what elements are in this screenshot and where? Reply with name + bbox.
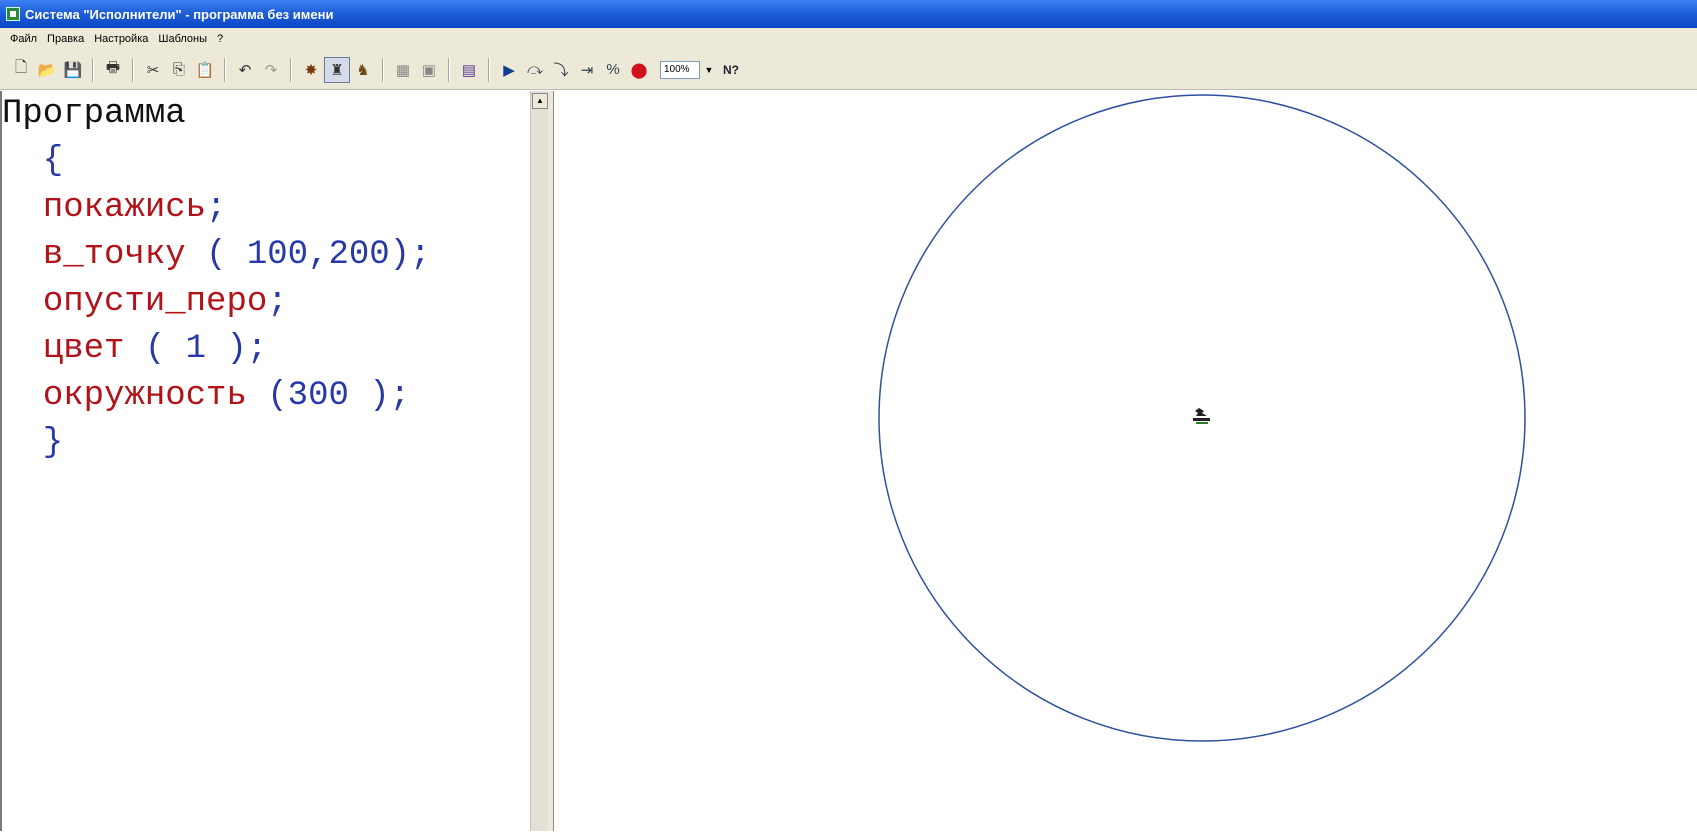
code-text: Программа [2,95,186,133]
stop-icon[interactable]: ⬤ [626,57,652,83]
turtle-icon[interactable]: ♜ [324,56,350,83]
toolbar-separator [290,57,292,82]
scroll-up-icon[interactable]: ▲ [532,93,548,109]
save-icon[interactable]: 💾 [60,57,86,83]
toolbar-separator [224,57,226,82]
code-line: Программа [2,91,530,138]
undo-icon[interactable]: ↶ [232,57,258,83]
executor-icon[interactable]: ♞ [350,57,376,83]
code-keyword: окружность [42,377,247,415]
editor-scrollbar[interactable]: ▲ [530,91,548,831]
toolbar-separator [132,57,134,82]
menu-edit[interactable]: Правка [47,33,84,45]
code-keyword: в_точку [42,236,186,274]
print-icon[interactable]: 🖶 [100,57,126,83]
toolbar: 🗋 📂 💾 🖶 ✂ ⎘ 📋 ↶ ↷ ✸ ♜ ♞ ▦ ▣ ▤ ▶ ⤼ ⤵ ⇥ % … [0,50,1697,90]
code-text: ( 1 ); [124,330,268,368]
code-text: ; [206,189,227,227]
code-text: } [2,424,64,462]
chevron-down-icon[interactable]: ▼ [700,65,718,75]
menu-bar: Файл Правка Настройка Шаблоны ? [0,28,1697,50]
menu-help[interactable]: ? [217,33,223,45]
code-line: { [2,138,530,185]
paste-icon[interactable]: 📋 [192,57,218,83]
run-icon[interactable]: ▶ [496,57,522,83]
toolbar-separator [448,57,450,82]
zoom-value[interactable]: 100% [660,60,700,79]
bug-icon[interactable]: ✸ [298,57,324,83]
step-into-icon[interactable]: ⤵ [548,57,574,83]
code-editor[interactable]: Программа { покажись; в_точку ( 100,200)… [0,91,530,831]
code-line: цвет ( 1 ); [2,326,530,373]
turtle-icon [1193,408,1210,424]
code-text: (300 ); [246,377,411,415]
canvas-drawing [878,94,1526,742]
toolbar-separator [92,57,94,82]
toolbar-separator [488,57,490,82]
window-title: Система "Исполнители" - программа без им… [25,6,334,22]
code-line: окружность (300 ); [2,373,530,420]
zoom-combo[interactable]: 100% ▼ [660,60,718,79]
open-icon[interactable]: 📂 [34,57,60,83]
step-icon[interactable]: ▤ [456,57,482,83]
code-line: в_точку ( 100,200); [2,232,530,279]
title-bar: Система "Исполнители" - программа без им… [0,0,1697,28]
menu-settings[interactable]: Настройка [94,33,148,45]
code-keyword: покажись [42,189,207,227]
redo-icon[interactable]: ↷ [258,57,284,83]
code-text: ; [267,283,288,321]
code-keyword: опусти_перо [42,283,268,321]
code-text: { [2,142,64,180]
help-icon[interactable]: N? [718,57,744,83]
code-line: покажись; [2,185,530,232]
percent-icon[interactable]: % [600,57,626,83]
menu-file[interactable]: Файл [10,33,37,45]
code-line: опусти_перо; [2,279,530,326]
code-text: ( 100,200); [185,236,431,274]
code-keyword: цвет [42,330,125,368]
toolbar-separator [382,57,384,82]
cut-icon[interactable]: ✂ [140,57,166,83]
copy-icon[interactable]: ⎘ [166,57,192,83]
step-over-icon[interactable]: ⤼ [522,57,548,83]
menu-templates[interactable]: Шаблоны [158,33,207,45]
app-icon [6,7,20,21]
drawing-canvas [554,91,1697,831]
code-line: } [2,420,530,467]
new-icon[interactable]: 🗋 [8,57,34,83]
grid2-icon[interactable]: ▣ [416,57,442,83]
grid-icon[interactable]: ▦ [390,57,416,83]
breakpoint-icon[interactable]: ⇥ [574,57,600,83]
